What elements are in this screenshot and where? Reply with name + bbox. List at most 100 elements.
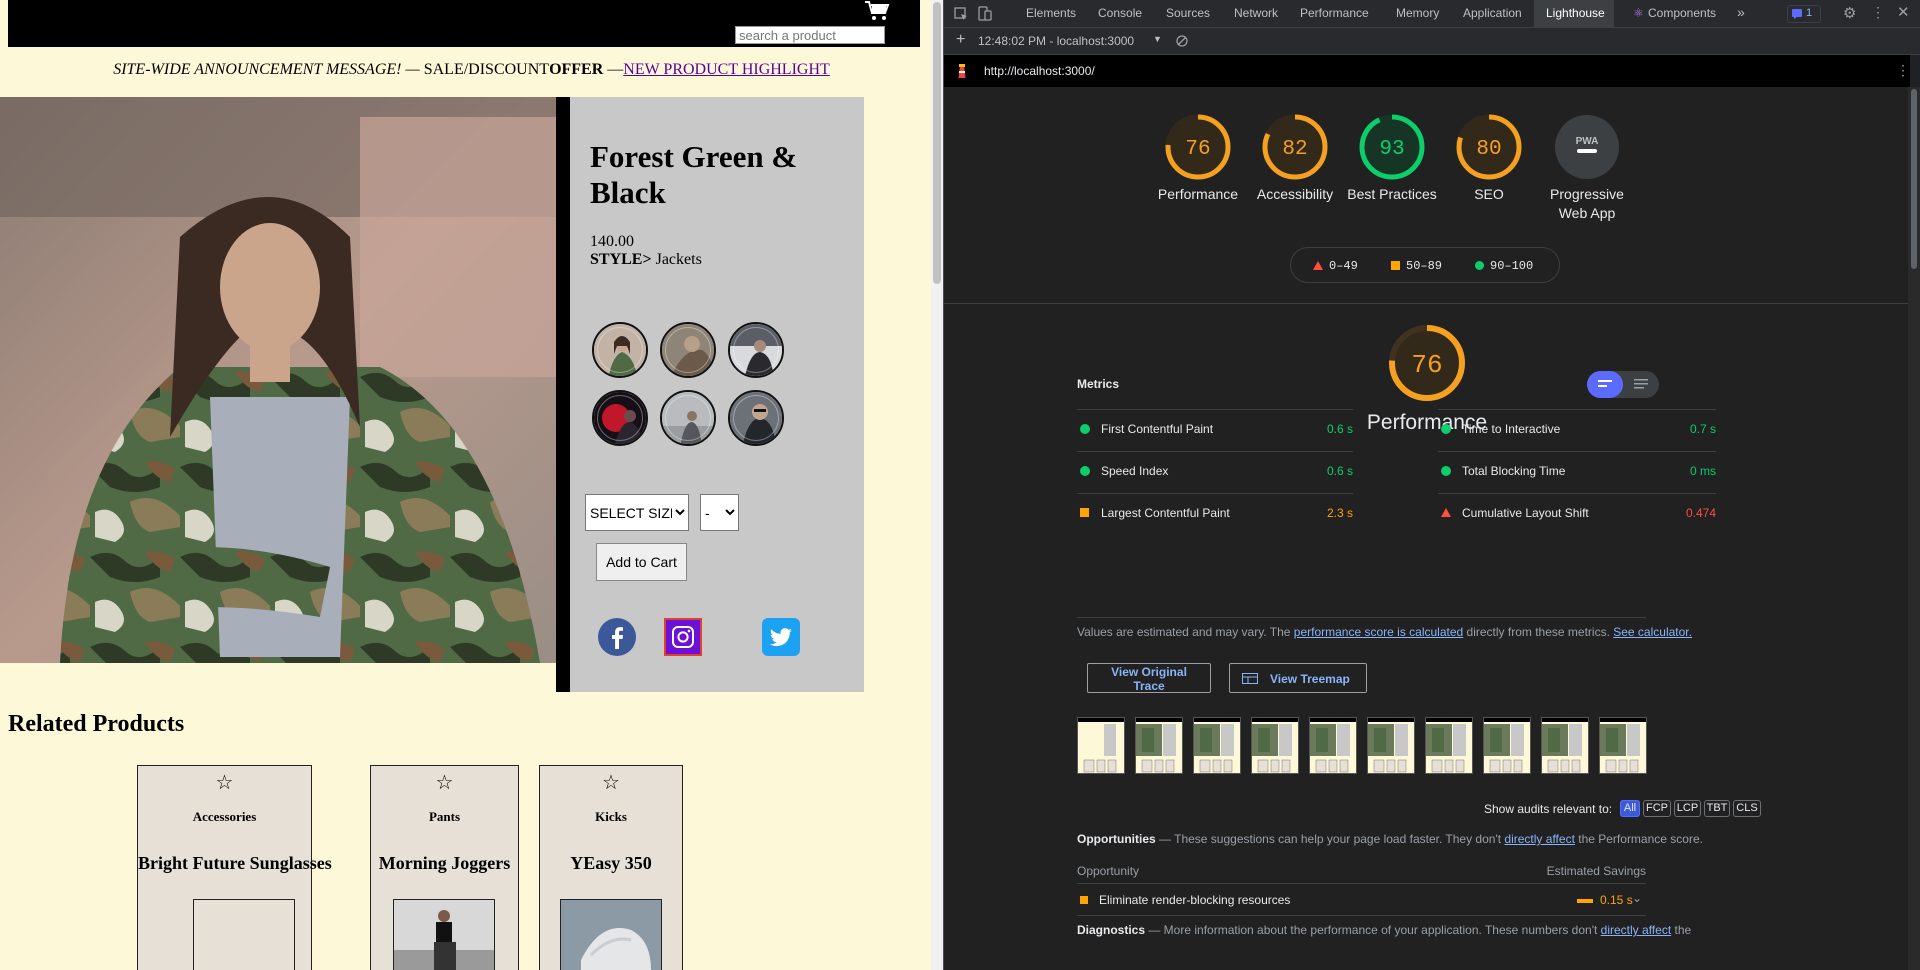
product-category: Pants	[428, 809, 461, 824]
product-thumbnail[interactable]	[660, 390, 716, 446]
score-calculated-link[interactable]: performance score is calculated	[1294, 625, 1463, 639]
related-products-heading: Related Products	[8, 711, 185, 737]
tab-performance[interactable]: Performance	[1300, 6, 1369, 20]
related-product-card[interactable]: ☆ Accessories Bright Future Sunglasses	[137, 765, 332, 970]
note-text: Values are estimated and may vary. The	[1077, 625, 1294, 639]
score-gauge[interactable]: PWA Progressive Web App	[1541, 113, 1633, 224]
instagram-icon[interactable]	[664, 618, 702, 656]
product-thumbnail[interactable]	[728, 322, 784, 378]
more-tabs-icon[interactable]: »	[1737, 4, 1745, 20]
score-value: 93	[1379, 138, 1404, 161]
filter-chip-lcp[interactable]: LCP	[1674, 800, 1701, 817]
view-toggle-on[interactable]	[1587, 371, 1623, 398]
filmstrip-frame	[1541, 717, 1589, 774]
report-selector[interactable]: 12:48:02 PM - localhost:3000	[978, 34, 1134, 48]
product-image	[393, 899, 495, 970]
new-product-link[interactable]: NEW PRODUCT HIGHLIGHT	[623, 61, 830, 78]
lighthouse-logo-icon	[958, 64, 966, 78]
facebook-icon[interactable]	[598, 618, 636, 656]
filter-chip-all[interactable]: All	[1620, 800, 1640, 817]
related-product-card[interactable]: ☆ Pants Morning Joggers	[370, 765, 519, 970]
product-thumbnail[interactable]	[660, 322, 716, 378]
issues-badge[interactable]: 1	[1787, 5, 1821, 23]
inspect-element-icon[interactable]	[954, 7, 968, 21]
note-text: directly from these metrics.	[1463, 625, 1614, 639]
panel-divider	[556, 97, 570, 692]
search-input[interactable]	[735, 26, 885, 44]
expand-chevron-icon[interactable]: ⌄	[1632, 891, 1642, 905]
tab-memory[interactable]: Memory	[1396, 6, 1439, 20]
tab-application[interactable]: Application	[1463, 6, 1522, 20]
metric-row: First Contentful Paint 0.6 s	[1077, 409, 1353, 445]
report-menu-icon[interactable]: ⋮	[1896, 62, 1910, 79]
metrics-view-toggle[interactable]	[1587, 371, 1659, 398]
scrollbar-thumb[interactable]	[1911, 89, 1917, 269]
diagnostics-directly-affect-link[interactable]: directly affect	[1601, 923, 1671, 937]
opportunities-header: Opportunities — These suggestions can he…	[1077, 832, 1703, 846]
pass-circle-icon	[1441, 466, 1451, 476]
score-gauge[interactable]: 82 Accessibility	[1249, 113, 1341, 204]
cart-icon[interactable]	[864, 0, 890, 22]
product-thumbnail[interactable]	[592, 322, 648, 378]
related-product-card[interactable]: ☆ Kicks YEasy 350	[539, 765, 683, 970]
view-treemap-button[interactable]: View Treemap	[1229, 663, 1367, 693]
announcement-offer: OFFER	[549, 61, 604, 78]
tab-components[interactable]: Components	[1648, 6, 1716, 20]
tab-console[interactable]: Console	[1098, 6, 1142, 20]
opportunities-directly-affect-link[interactable]: directly affect	[1504, 832, 1574, 846]
favorite-star-icon[interactable]: ☆	[371, 772, 518, 794]
metrics-heading: Metrics	[1077, 377, 1120, 391]
treemap-icon	[1242, 673, 1258, 684]
expanded-view-icon[interactable]	[1634, 379, 1648, 390]
close-devtools-icon[interactable]: ✕	[1897, 3, 1910, 21]
scrollbar-thumb[interactable]	[933, 2, 941, 284]
frame-thumbnail	[1252, 718, 1298, 773]
favorite-star-icon[interactable]: ☆	[138, 772, 311, 794]
opportunity-row[interactable]: Eliminate render-blocking resources 0.15…	[1077, 884, 1646, 916]
devtools-tab-bar: Elements Console Sources Network Perform…	[944, 0, 1920, 28]
score-gauge[interactable]: 76 Performance	[1152, 113, 1244, 204]
metric-value: 0.7 s	[1689, 422, 1716, 436]
size-select[interactable]: SELECT SIZE	[585, 494, 689, 531]
tab-elements[interactable]: Elements	[1026, 6, 1076, 20]
score-ring: 76	[1165, 114, 1231, 180]
tab-sources[interactable]: Sources	[1166, 6, 1210, 20]
filter-chip-tbt[interactable]: TBT	[1704, 800, 1730, 817]
product-style: STYLE> Jackets	[590, 251, 702, 269]
add-to-cart-button[interactable]: Add to Cart	[596, 543, 687, 581]
clear-reports-icon[interactable]	[1176, 35, 1188, 47]
filter-chip-fcp[interactable]: FCP	[1643, 800, 1671, 817]
pass-circle-icon	[1475, 261, 1484, 270]
opportunities-tail: the Performance score.	[1574, 832, 1703, 846]
product-category: Kicks	[595, 809, 627, 824]
report-dropdown-icon[interactable]: ▼	[1153, 34, 1162, 44]
quantity-select[interactable]: -	[700, 494, 739, 531]
device-toolbar-icon[interactable]	[978, 6, 992, 21]
see-calculator-link[interactable]: See calculator.	[1613, 625, 1692, 639]
report-scrollbar[interactable]	[1908, 87, 1920, 970]
opportunities-desc: — These suggestions can help your page l…	[1155, 832, 1505, 846]
pass-circle-icon	[1080, 424, 1090, 434]
kebab-menu-icon[interactable]: ⋮	[1871, 4, 1885, 21]
score-gauge[interactable]: 93 Best Practices	[1346, 113, 1438, 204]
view-original-trace-button[interactable]: View Original Trace	[1087, 663, 1211, 693]
settings-gear-icon[interactable]: ⚙	[1843, 4, 1856, 22]
filter-chip-cls[interactable]: CLS	[1733, 800, 1761, 817]
tab-lighthouse[interactable]: Lighthouse	[1546, 6, 1605, 20]
new-report-plus-icon[interactable]: +	[956, 31, 965, 49]
twitter-icon[interactable]	[762, 618, 800, 656]
lighthouse-toolbar: + 12:48:02 PM - localhost:3000 ▼	[944, 28, 1920, 55]
score-label: Progressive Web App	[1550, 186, 1624, 222]
opportunity-title: Eliminate render-blocking resources	[1099, 893, 1291, 907]
product-thumbnail[interactable]	[592, 390, 648, 446]
favorite-star-icon[interactable]: ☆	[540, 772, 682, 794]
page-scrollbar[interactable]	[931, 0, 943, 970]
frame-thumbnail	[1600, 718, 1646, 773]
average-square-icon	[1080, 896, 1088, 904]
tab-network[interactable]: Network	[1234, 6, 1278, 20]
filmstrip-frame	[1483, 717, 1531, 774]
product-thumbnail[interactable]	[728, 390, 784, 446]
frame-thumbnail	[1310, 718, 1356, 773]
savings-column: Estimated Savings	[1546, 864, 1646, 878]
score-gauge[interactable]: 80 SEO	[1443, 113, 1535, 204]
